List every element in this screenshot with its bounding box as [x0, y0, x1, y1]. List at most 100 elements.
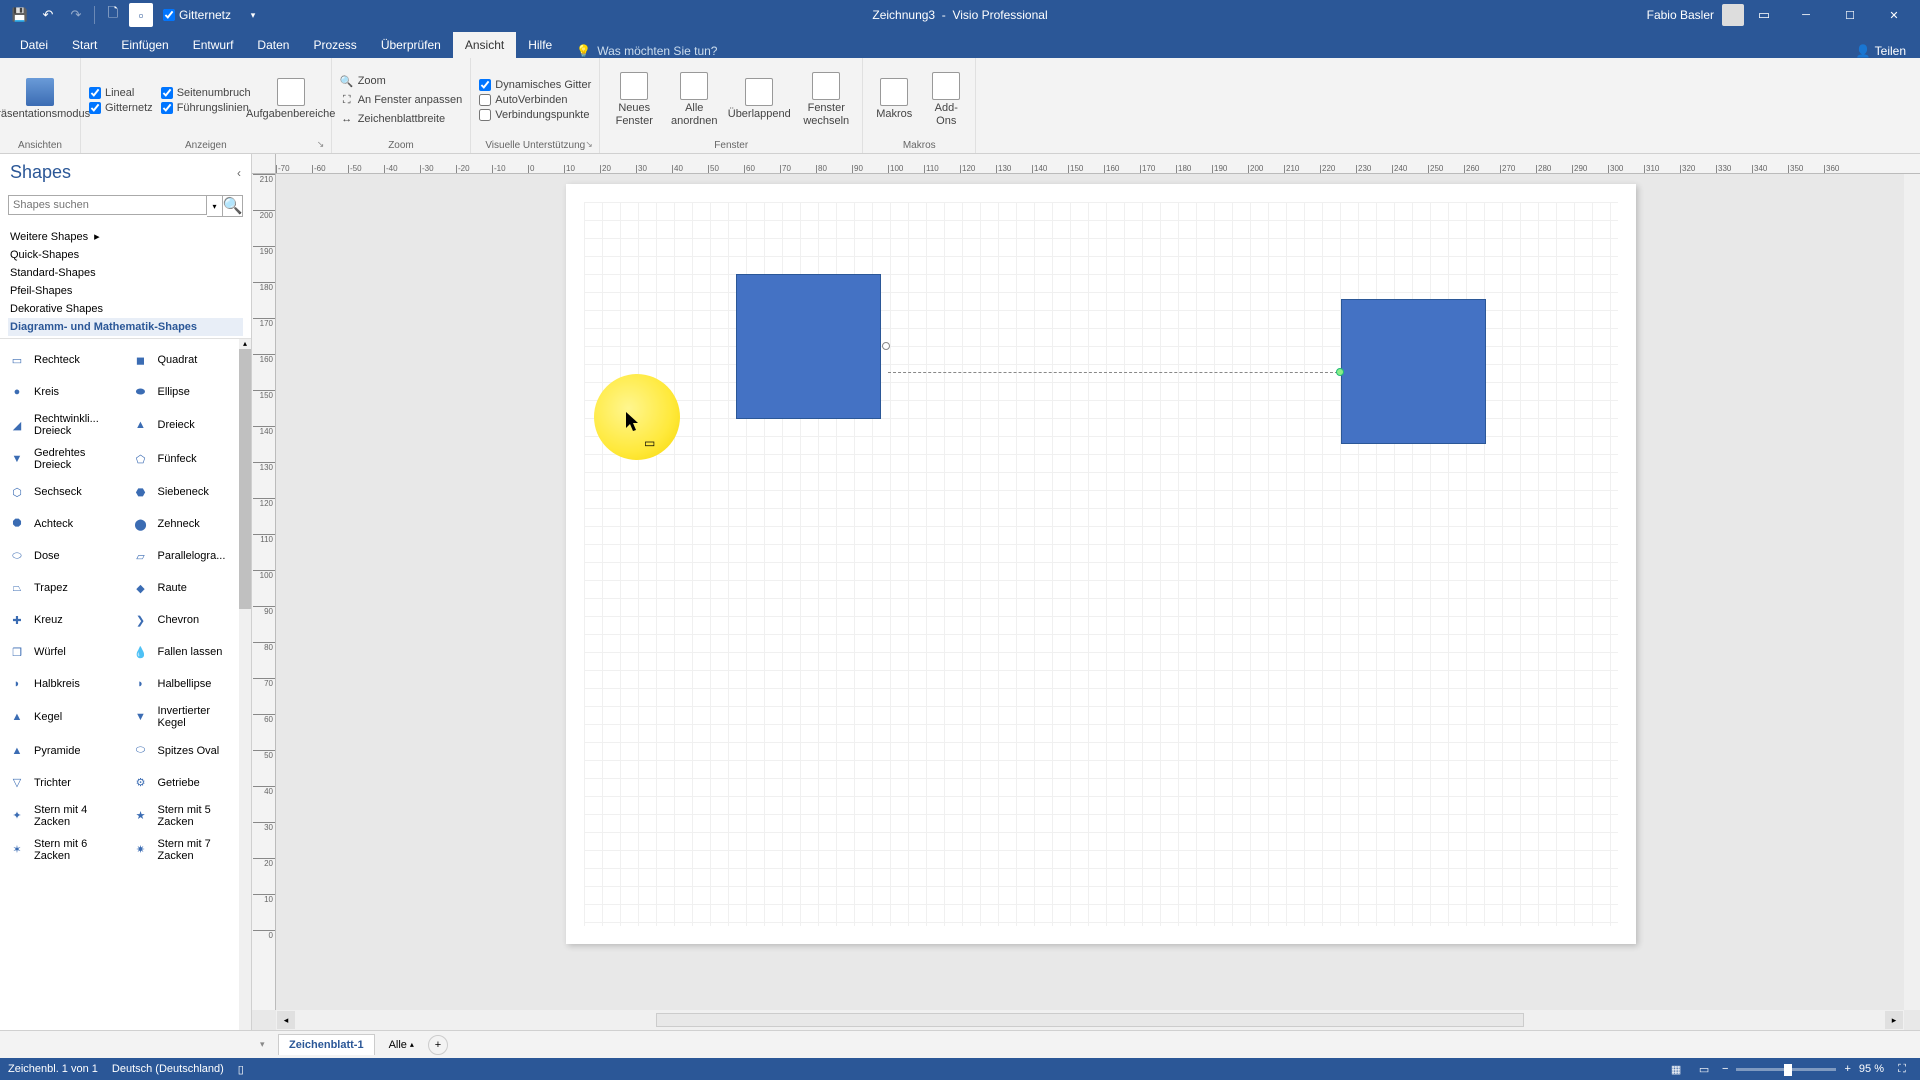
zoom-level[interactable]: 95 %	[1859, 1063, 1884, 1075]
shape-item[interactable]: 💧Fallen lassen	[128, 637, 248, 667]
lineal-check[interactable]: Lineal	[89, 87, 153, 99]
panel-scrollbar[interactable]: ▴	[239, 339, 251, 1030]
zoom-button[interactable]: 🔍Zoom	[340, 73, 463, 89]
dynamic-grid-check[interactable]: Dynamisches Gitter	[479, 79, 591, 91]
shape-item[interactable]: ▱Parallelogra...	[128, 541, 248, 571]
shape-item[interactable]: ✶Stern mit 6Zacken	[4, 834, 124, 866]
macro-record-icon[interactable]: ▯	[238, 1063, 244, 1076]
shape-rect-2[interactable]	[1341, 299, 1486, 444]
canvas-viewport[interactable]: ▭	[276, 174, 1904, 1010]
visuelle-launcher[interactable]: ↘	[585, 139, 597, 151]
addons-button[interactable]: Add- Ons	[925, 62, 967, 138]
shape-item[interactable]: ▽Trichter	[4, 768, 124, 798]
aufgabenbereiche-button[interactable]: Aufgabenbereiche	[259, 62, 323, 138]
shape-item[interactable]: ◼Quadrat	[128, 345, 248, 375]
fuehrungslinien-check[interactable]: Führungslinien	[161, 102, 251, 114]
zoom-in-icon[interactable]: +	[1844, 1063, 1850, 1075]
ribbon-display-icon[interactable]: ▭	[1752, 3, 1776, 27]
minimize-icon[interactable]: ─	[1784, 0, 1828, 30]
search-go-icon[interactable]: 🔍	[223, 195, 243, 217]
shape-item[interactable]: ◆Raute	[128, 573, 248, 603]
page-tab-all[interactable]: Alle▴	[381, 1035, 422, 1055]
shape-item[interactable]: ✚Kreuz	[4, 605, 124, 635]
shape-item[interactable]: ◢Rechtwinkli...Dreieck	[4, 409, 124, 441]
zoom-slider[interactable]	[1736, 1068, 1836, 1071]
shape-item[interactable]: ⬤Zehneck	[128, 509, 248, 539]
status-language[interactable]: Deutsch (Deutschland)	[112, 1063, 224, 1075]
shape-item[interactable]: ◗Halbellipse	[128, 669, 248, 699]
tab-prozess[interactable]: Prozess	[301, 32, 368, 58]
makros-button[interactable]: Makros	[871, 62, 917, 138]
stencil-pfeil[interactable]: Pfeil-Shapes	[8, 282, 243, 300]
tab-ueberpruefen[interactable]: Überprüfen	[369, 32, 453, 58]
scroll-left-icon[interactable]: ◂	[277, 1011, 295, 1029]
shape-item[interactable]: ⯃Achteck	[4, 509, 124, 539]
autoconnect-check[interactable]: AutoVerbinden	[479, 94, 591, 106]
shape-item[interactable]: ⏢Trapez	[4, 573, 124, 603]
doc-icon[interactable]: ▫	[129, 3, 153, 27]
new-doc-icon[interactable]: 🗋	[101, 3, 125, 27]
shape-item[interactable]: ▲Kegel	[4, 701, 124, 733]
redo-icon[interactable]: ↷	[64, 3, 88, 27]
shape-item[interactable]: ⬠Fünfeck	[128, 443, 248, 475]
scroll-right-icon[interactable]: ▸	[1885, 1011, 1903, 1029]
shapes-search-input[interactable]	[8, 195, 207, 215]
undo-icon[interactable]: ↶	[36, 3, 60, 27]
page-width-button[interactable]: ↔Zeichenblattbreite	[340, 111, 463, 127]
search-filter-dropdown[interactable]: ▾	[207, 195, 223, 217]
shape-item[interactable]: ⬡Sechseck	[4, 477, 124, 507]
vertical-scrollbar[interactable]	[1904, 174, 1920, 1010]
fit-page-icon[interactable]: ⛶	[1892, 1061, 1912, 1077]
add-page-icon[interactable]: +	[428, 1035, 448, 1055]
shape-item[interactable]: ❯Chevron	[128, 605, 248, 635]
tab-datei[interactable]: Datei	[8, 32, 60, 58]
maximize-icon[interactable]: ☐	[1828, 0, 1872, 30]
shape-rect-1[interactable]	[736, 274, 881, 419]
praesentationsmodus-button[interactable]: Präsentationsmodus	[8, 62, 72, 138]
zoom-out-icon[interactable]: −	[1722, 1063, 1728, 1075]
view-normal-icon[interactable]: ▦	[1666, 1061, 1686, 1077]
shape-item[interactable]: ▲Dreieck	[128, 409, 248, 441]
tab-start[interactable]: Start	[60, 32, 109, 58]
user-name[interactable]: Fabio Basler	[1647, 8, 1714, 22]
connector-end-handle[interactable]	[1336, 368, 1344, 376]
collapse-panel-icon[interactable]: ‹	[237, 166, 241, 180]
shape-item[interactable]: ▲Pyramide	[4, 736, 124, 766]
fenster-wechseln-button[interactable]: Fenster wechseln	[798, 62, 854, 138]
shape-item[interactable]: ⬭Spitzes Oval	[128, 736, 248, 766]
ueberlappend-button[interactable]: Überlappend	[728, 62, 790, 138]
close-icon[interactable]: ✕	[1872, 0, 1916, 30]
stencil-diagramm[interactable]: Diagramm- und Mathematik-Shapes	[8, 318, 243, 336]
stencil-dekorative[interactable]: Dekorative Shapes	[8, 300, 243, 318]
shape-item[interactable]: ⬣Siebeneck	[128, 477, 248, 507]
shape-item[interactable]: ★Stern mit 5Zacken	[128, 800, 248, 832]
shape-item[interactable]: ⬭Dose	[4, 541, 124, 571]
tab-entwurf[interactable]: Entwurf	[181, 32, 246, 58]
shape-item[interactable]: ◗Halbkreis	[4, 669, 124, 699]
anzeigen-launcher[interactable]: ↘	[317, 139, 329, 151]
qat-gitternetz-check[interactable]: Gitternetz	[157, 8, 237, 22]
shape-item[interactable]: ▼GedrehtesDreieck	[4, 443, 124, 475]
stencil-quick[interactable]: Quick-Shapes	[8, 246, 243, 264]
shape-item[interactable]: ▼InvertierterKegel	[128, 701, 248, 733]
share-button[interactable]: 👤 Teilen	[1842, 44, 1920, 58]
shape-item[interactable]: ⬬Ellipse	[128, 377, 248, 407]
tab-scroll-icon[interactable]: ▾	[260, 1039, 272, 1050]
tab-daten[interactable]: Daten	[245, 32, 301, 58]
shape-item[interactable]: ❒Würfel	[4, 637, 124, 667]
page-tab-1[interactable]: Zeichenblatt-1	[278, 1034, 375, 1055]
tellme-search[interactable]: 💡 Was möchten Sie tun?	[564, 44, 729, 58]
shape-item[interactable]: ⚙Getriebe	[128, 768, 248, 798]
tab-hilfe[interactable]: Hilfe	[516, 32, 564, 58]
connector-1[interactable]	[888, 372, 1338, 373]
seitenumbruch-check[interactable]: Seitenumbruch	[161, 87, 251, 99]
tab-ansicht[interactable]: Ansicht	[453, 32, 516, 58]
connection-points-check[interactable]: Verbindungspunkte	[479, 109, 591, 121]
view-presentation-icon[interactable]: ▭	[1694, 1061, 1714, 1077]
shape-item[interactable]: ▭Rechteck	[4, 345, 124, 375]
user-avatar[interactable]	[1722, 4, 1744, 26]
stencil-weitere[interactable]: Weitere Shapes▸	[8, 227, 243, 246]
neues-fenster-button[interactable]: Neues Fenster	[608, 62, 660, 138]
fit-window-button[interactable]: ⛶An Fenster anpassen	[340, 92, 463, 108]
shape-item[interactable]: ✦Stern mit 4Zacken	[4, 800, 124, 832]
